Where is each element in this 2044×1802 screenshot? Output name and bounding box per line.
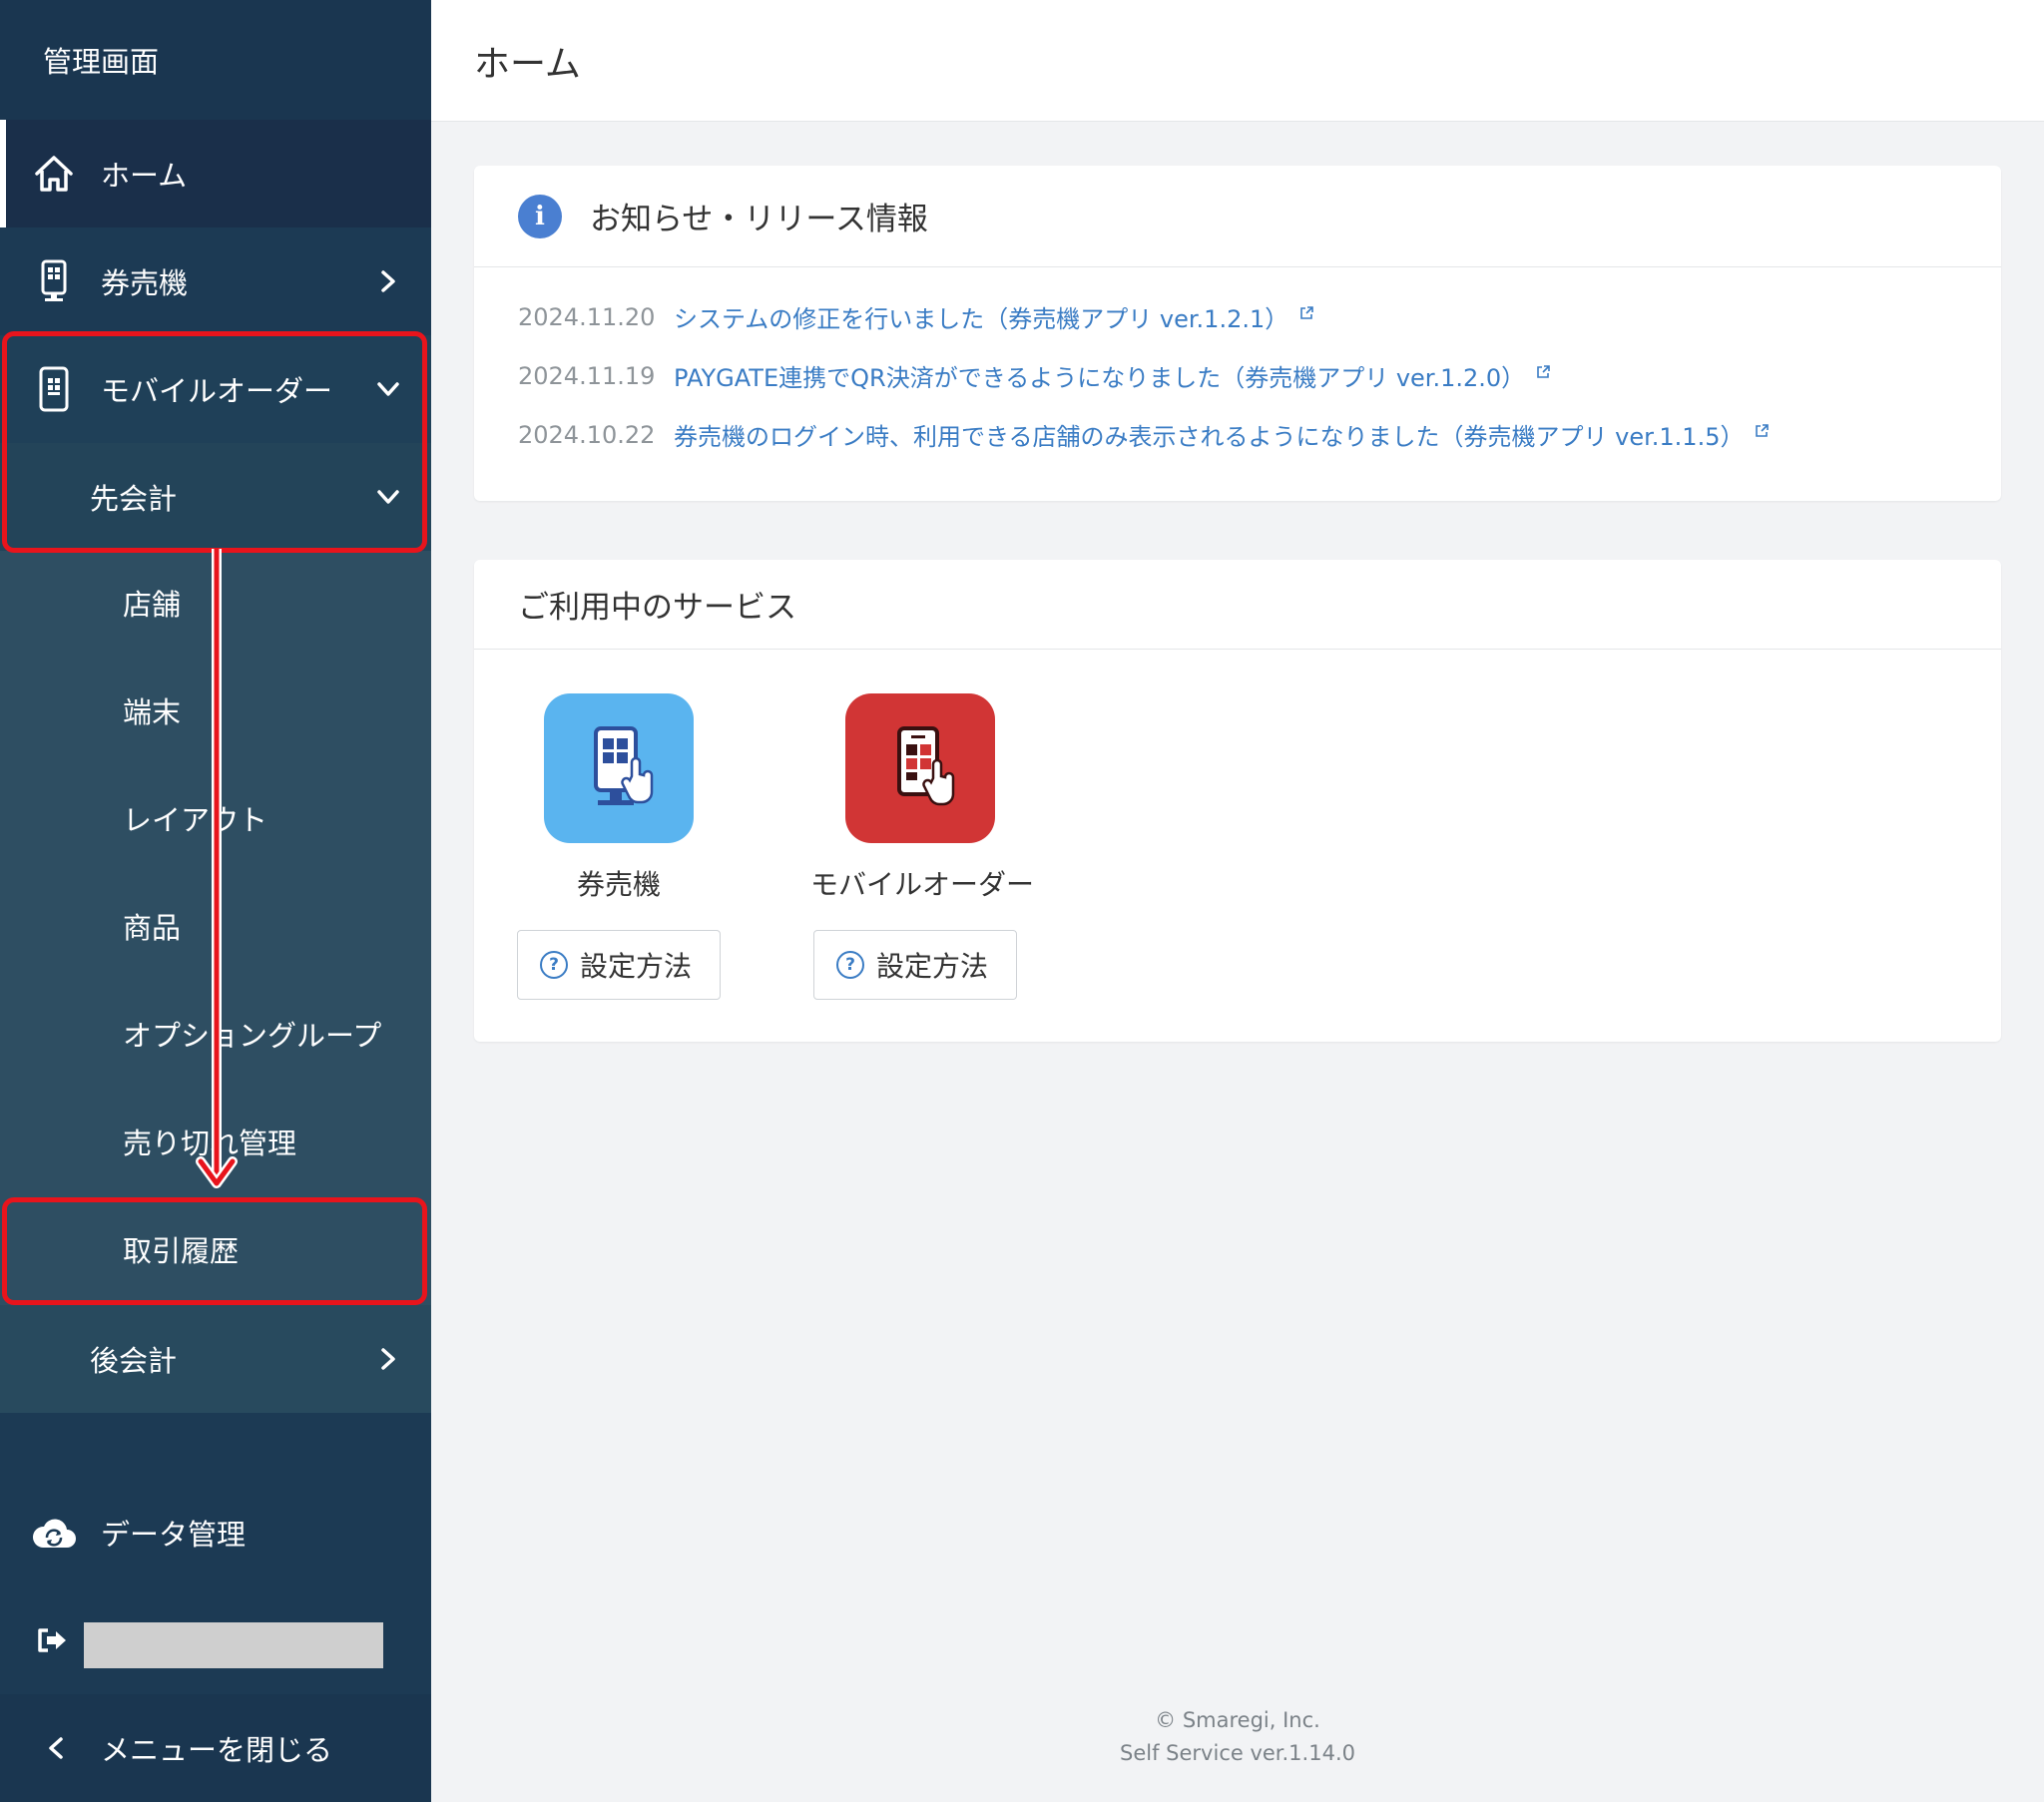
news-link[interactable]: システムの修正を行いました（券売機アプリ ver.1.2.1）: [674, 299, 1314, 334]
setup-guide-label: 設定方法: [580, 950, 693, 983]
news-card: i お知らせ・リリース情報 2024.11.20 システムの修正を行いました（券…: [474, 166, 2001, 501]
mobile-order-icon[interactable]: [845, 693, 995, 843]
services-card-header: ご利用中のサービス: [474, 560, 2001, 650]
news-date: 2024.10.22: [518, 420, 656, 449]
news-card-header: i お知らせ・リリース情報: [474, 166, 2001, 267]
logout-icon: [34, 1616, 70, 1664]
sidebar-item-postpay[interactable]: 後会計: [0, 1305, 431, 1413]
chevron-down-icon: [375, 484, 401, 510]
chevron-right-icon: [375, 268, 401, 294]
chevron-right-icon: [375, 1346, 401, 1372]
service-name: モバイルオーダー: [810, 868, 1035, 901]
ticket-machine-icon: [30, 257, 78, 305]
news-date: 2024.11.20: [518, 302, 656, 331]
app-version: Self Service ver.1.14.0: [1120, 1741, 1355, 1765]
external-link-icon: [1298, 299, 1314, 327]
sidebar-item-label: 後会計: [90, 1344, 178, 1378]
sidebar-item-label: オプショングループ: [123, 1019, 382, 1053]
sidebar-item-data-management[interactable]: データ管理: [0, 1479, 431, 1586]
page-header: ホーム: [431, 0, 2044, 122]
setup-guide-button[interactable]: ? 設定方法: [517, 930, 721, 1000]
sidebar-item-label: 端末: [123, 695, 182, 729]
kiosk-icon[interactable]: [544, 693, 694, 843]
service-ticket-machine[interactable]: 券売機: [544, 693, 694, 903]
chevron-left-icon: [36, 1724, 76, 1772]
services-card: ご利用中のサービス 券売機 ? 設定方法 モバイルオーダー ? 設定方法: [474, 560, 2001, 1042]
sidebar-item-label: メニューを閉じる: [101, 1733, 333, 1767]
sidebar-item-mobile-order[interactable]: モバイルオーダー: [0, 335, 431, 443]
sidebar-item-label: 取引履歴: [123, 1234, 240, 1268]
help-icon: ?: [540, 951, 568, 979]
sidebar-item-label: 店舗: [123, 588, 182, 622]
copyright: © Smaregi, Inc.: [1155, 1708, 1320, 1732]
setup-guide-button[interactable]: ? 設定方法: [813, 930, 1017, 1000]
service-name: 券売機: [576, 868, 661, 901]
news-date: 2024.11.19: [518, 361, 656, 390]
footer: © Smaregi, Inc. Self Service ver.1.14.0: [431, 1704, 2044, 1770]
news-card-title: お知らせ・リリース情報: [590, 202, 928, 237]
sidebar-item-home[interactable]: ホーム: [0, 120, 431, 227]
help-icon: ?: [836, 951, 864, 979]
news-link-text[interactable]: システムの修正を行いました（券売機アプリ ver.1.2.1）: [674, 305, 1288, 333]
home-icon: [30, 150, 78, 198]
page-title: ホーム: [474, 43, 581, 85]
sidebar-item-label: 券売機: [101, 266, 189, 300]
service-mobile-order[interactable]: モバイルオーダー: [810, 693, 1035, 903]
external-link-icon: [1754, 417, 1770, 445]
news-link-text[interactable]: PAYGATE連携でQR決済ができるようになりました（券売機アプリ ver.1.…: [674, 364, 1525, 392]
user-name-redacted: [84, 1622, 383, 1668]
news-link[interactable]: 券売機のログイン時、利用できる店舗のみ表示されるようになりました（券売機アプリ …: [674, 417, 1770, 452]
setup-guide-label: 設定方法: [876, 950, 989, 983]
news-item: 2024.11.19 PAYGATE連携でQR決済ができるようになりました（券売…: [518, 346, 2001, 405]
sidebar-item-prepay[interactable]: 先会計: [0, 443, 431, 551]
sidebar-item-close-menu[interactable]: メニューを閉じる: [0, 1694, 431, 1802]
news-item: 2024.11.20 システムの修正を行いました（券売機アプリ ver.1.2.…: [518, 287, 2001, 346]
sidebar-item-label: 商品: [123, 911, 182, 945]
info-icon: i: [518, 194, 562, 238]
sidebar-subitem-transaction-history[interactable]: 取引履歴: [0, 1197, 431, 1305]
chevron-down-icon: [375, 376, 401, 402]
external-link-icon: [1535, 358, 1551, 386]
mobile-order-icon: [30, 365, 78, 413]
sidebar-item-label: モバイルオーダー: [101, 374, 333, 408]
annotation-arrow: [196, 549, 238, 1188]
sidebar-item-label: データ管理: [101, 1518, 247, 1552]
news-list: 2024.11.20 システムの修正を行いました（券売機アプリ ver.1.2.…: [474, 267, 2001, 464]
cloud-sync-icon: [30, 1509, 78, 1557]
news-item: 2024.10.22 券売機のログイン時、利用できる店舗のみ表示されるようになり…: [518, 405, 2001, 464]
news-link-text[interactable]: 券売機のログイン時、利用できる店舗のみ表示されるようになりました（券売機アプリ …: [674, 423, 1744, 451]
news-link[interactable]: PAYGATE連携でQR決済ができるようになりました（券売機アプリ ver.1.…: [674, 358, 1551, 393]
sidebar-item-label: ホーム: [101, 159, 188, 193]
services-card-title: ご利用中のサービス: [518, 590, 796, 626]
sidebar-item-label: 先会計: [90, 482, 178, 516]
sidebar-item-ticket-machine[interactable]: 券売機: [0, 227, 431, 335]
sidebar-item-logout[interactable]: [0, 1586, 431, 1694]
sidebar-title: 管理画面: [0, 0, 431, 120]
sidebar: 管理画面 ホーム 券売機 モバイルオーダー 先会計 店舗 端末 レイアウト 商品…: [0, 0, 431, 1802]
